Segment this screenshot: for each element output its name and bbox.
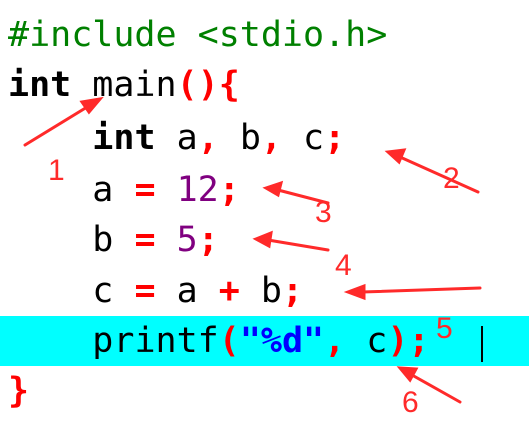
annotation-label-3: 3 (315, 196, 332, 229)
annotation-arrow-4 (266, 238, 330, 252)
arrowhead-3 (262, 180, 284, 198)
annotation-overlay: 1 2 3 4 5 6 (23, 96, 482, 419)
annotation-arrow-2 (398, 155, 480, 194)
annotation-label-1: 1 (48, 154, 65, 187)
annotation-arrow-6 (410, 373, 462, 404)
annotation-label-4: 4 (335, 249, 352, 282)
arrowhead-6 (396, 366, 419, 383)
annotation-label-2: 2 (443, 162, 460, 195)
annotation-label-5: 5 (436, 312, 453, 345)
annotation-arrow-1 (23, 102, 94, 147)
arrowhead-4 (252, 230, 273, 249)
arrowhead-2 (384, 148, 407, 165)
annotation-label-6: 6 (402, 386, 419, 419)
arrowhead-5 (343, 283, 366, 301)
annotation-arrow-5 (360, 286, 482, 294)
